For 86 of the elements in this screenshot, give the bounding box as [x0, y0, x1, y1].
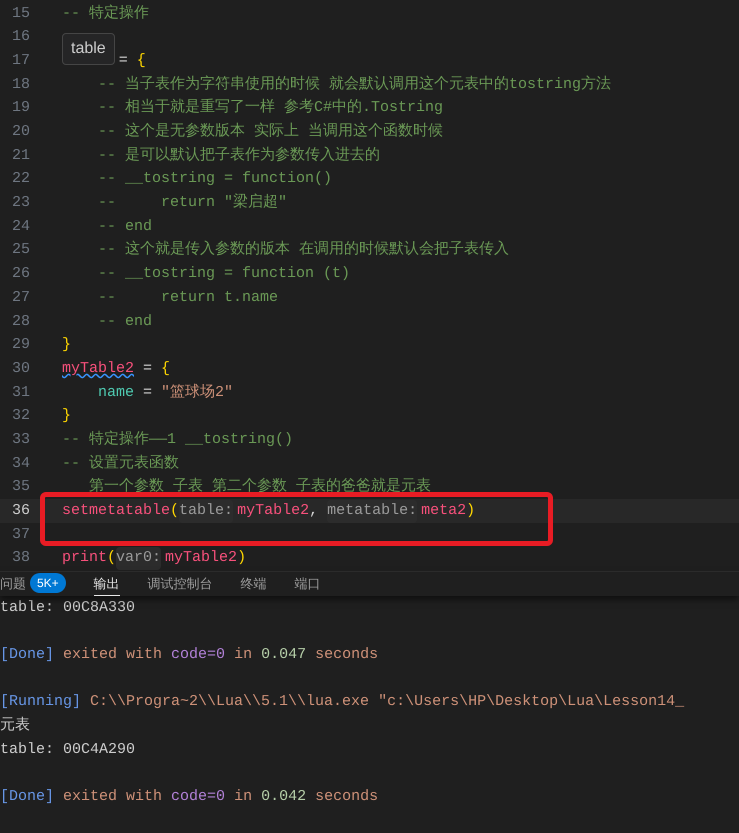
line-number: 23	[10, 193, 30, 214]
code-comment: -- __tostring = function()	[97, 169, 332, 190]
line-number: 33	[10, 430, 30, 450]
line-number: 31	[10, 382, 30, 403]
code-comment: -- 特定操作——1 __tostring()	[62, 429, 294, 450]
line-number: 18	[10, 74, 30, 95]
string-literal: "篮球场2"	[161, 382, 234, 403]
output-text: exited with	[62, 645, 164, 666]
output-text: seconds	[314, 645, 378, 666]
output-text: table: 00C8A330	[0, 598, 136, 618]
panel-tab[interactable]: 端口	[294, 572, 321, 596]
line-number: 38	[10, 548, 30, 568]
tooltip: table	[62, 33, 115, 66]
code-comment: -- 是可以默认把子表作为参数传入进去的	[97, 146, 380, 166]
line-number: 26	[10, 264, 30, 284]
line-number: 36	[10, 501, 30, 522]
line-number: 19	[10, 98, 30, 118]
line-number: 37	[10, 524, 30, 545]
line-number: 30	[10, 358, 30, 379]
output-text: C:\\Progra~2\\Lua\\5.1\\lua.exe "c:\Users\HP\Desktop\Lua\Lesson14_	[89, 692, 684, 712]
inlay-hint: var0:	[116, 547, 162, 570]
code-operator: =	[142, 358, 154, 379]
line-number: 35	[10, 477, 30, 498]
output-text: in	[233, 787, 254, 808]
inlay-hint: metatable:	[327, 500, 418, 523]
line-number: 29	[10, 335, 30, 356]
code-operator: =	[142, 382, 154, 403]
output-keyword: code=0	[171, 645, 226, 666]
line-number: 32	[10, 406, 30, 426]
output-text: 元表	[0, 716, 30, 736]
bracket: {	[161, 358, 170, 379]
output-text: table: 00C4A290	[0, 740, 136, 760]
line-number: 20	[10, 122, 30, 142]
bracket: )	[237, 548, 246, 568]
code-comment: -- 特定操作	[62, 3, 150, 24]
code-comment: -- __tostring = function (t)	[97, 264, 350, 284]
code-comment: -- return "梁启超"	[97, 192, 288, 214]
output-number: 0.047	[261, 645, 306, 666]
line-number: 25	[10, 240, 30, 260]
bracket: }	[62, 406, 72, 426]
code-comment: -- return t.name	[97, 288, 278, 308]
code-comment: -- end	[97, 312, 152, 332]
bracket: }	[62, 335, 72, 356]
output-number: 0.042	[261, 787, 306, 808]
line-number: 27	[10, 288, 30, 308]
output-keyword: code=0	[171, 787, 226, 808]
count-badge: 5K+	[30, 573, 66, 594]
line-number: 15	[10, 4, 30, 24]
output-tag: [Running]	[0, 691, 82, 714]
panel-tab[interactable]: 调试控制台	[148, 572, 213, 596]
line-number: 22	[10, 169, 30, 190]
code-operator: =	[118, 50, 129, 71]
bracket: (	[170, 501, 180, 522]
output-text: exited with	[62, 787, 164, 808]
panel-tab[interactable]: 终端	[240, 572, 267, 596]
identifier: meta2	[421, 501, 466, 522]
code-comment: -- 相当于就是重写了一样 参考C#中的.Tostring	[97, 98, 444, 118]
bracket: )	[466, 501, 476, 522]
line-number: 28	[10, 312, 30, 332]
identifier: setmetatable	[62, 501, 170, 522]
identifier: myTable2	[62, 358, 134, 379]
panel-tab[interactable]: 输出	[94, 572, 120, 596]
code-comment: -- 当子表作为字符串使用的时候 就会默认调用这个元表中的tostring方法	[97, 74, 612, 95]
output-tag: [Done]	[0, 786, 54, 809]
code-comment: -- 设置元表函数	[62, 454, 180, 474]
field-name: name	[97, 382, 134, 403]
line-number: 16	[10, 27, 30, 48]
code-operator: ,	[309, 501, 320, 522]
output-text: seconds	[314, 787, 378, 808]
line-number: 17	[10, 50, 30, 71]
output-text: in	[233, 645, 254, 666]
bracket: {	[136, 50, 146, 71]
code-comment: -- end	[97, 216, 152, 237]
line-number: 21	[10, 146, 30, 166]
line-number: 24	[10, 216, 30, 237]
panel-tab[interactable]: 问题 5K+	[0, 572, 66, 596]
line-number: 34	[10, 454, 30, 474]
code-comment: 第一个参数 子表 第二个参数 子表的爸爸就是元表	[88, 476, 432, 498]
identifier: myTable2	[165, 548, 238, 568]
identifier: print	[62, 548, 108, 568]
code-comment: -- 这个是无参数版本 实际上 当调用这个函数时候	[97, 122, 444, 142]
bracket: (	[107, 548, 116, 568]
inlay-hint: table:	[179, 500, 234, 523]
output-tag: [Done]	[0, 644, 54, 667]
identifier: myTable2	[237, 501, 310, 522]
code-comment: -- 这个就是传入参数的版本 在调用的时候默认会把子表传入	[97, 240, 510, 260]
